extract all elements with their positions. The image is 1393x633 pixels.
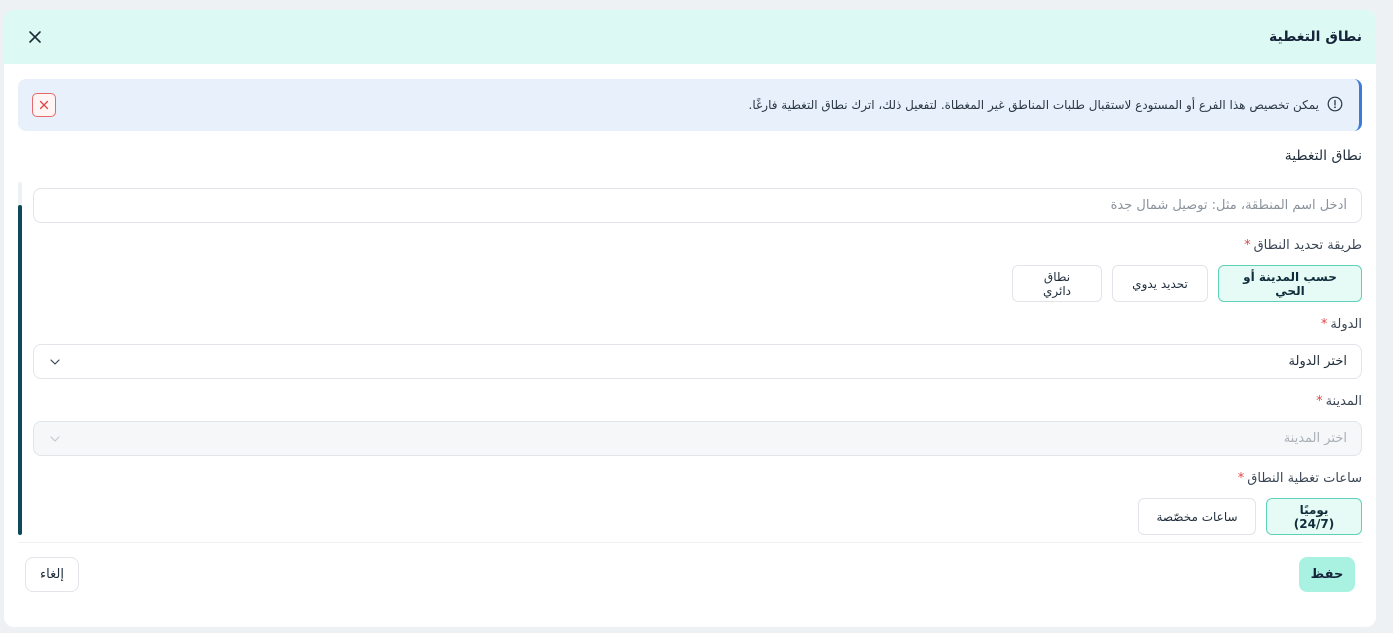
required-mark: * (1244, 238, 1251, 253)
country-label: الدولة* (1321, 317, 1362, 332)
modal-title: نطاق التغطية (1268, 29, 1362, 45)
method-option-radius[interactable]: نطاق دائري (1012, 265, 1102, 302)
section-title: نطاق التغطية (1284, 148, 1362, 164)
method-option-city[interactable]: حسب المدينة أو الحي (1218, 265, 1362, 302)
footer-divider (18, 542, 1362, 543)
alert-message-row: يمكن تخصيص هذا الفرع أو المستودع لاستقبا… (749, 96, 1343, 115)
hours-options: يوميًا (24/7) ساعات مخصّصة (1138, 498, 1362, 535)
info-alert: يمكن تخصيص هذا الفرع أو المستودع لاستقبا… (18, 79, 1362, 131)
method-option-manual[interactable]: تحديد يدوي (1112, 265, 1208, 302)
chevron-down-icon (50, 354, 60, 369)
method-label-text: طريقة تحديد النطاق (1253, 238, 1362, 253)
method-label: طريقة تحديد النطاق* (1244, 238, 1362, 253)
modal-header: نطاق التغطية (4, 10, 1376, 64)
country-select[interactable]: اختر الدولة (33, 344, 1362, 379)
zone-name-input[interactable] (33, 188, 1362, 223)
coverage-zone-modal: نطاق التغطية يمكن تخصيص هذا الفرع أو الم… (4, 10, 1376, 627)
country-select-value: اختر الدولة (1288, 354, 1347, 369)
city-label: المدينة* (1316, 394, 1362, 409)
required-mark: * (1320, 317, 1328, 332)
required-mark: * (1237, 471, 1245, 486)
close-icon[interactable] (22, 24, 48, 50)
method-options: حسب المدينة أو الحي تحديد يدوي نطاق دائر… (1012, 265, 1362, 302)
save-button[interactable]: حفظ (1299, 557, 1355, 592)
hours-label-text: ساعات تغطية النطاق (1247, 471, 1362, 486)
city-select[interactable]: اختر المدينة (33, 421, 1362, 456)
hours-label: ساعات تغطية النطاق* (1238, 471, 1362, 486)
alert-text: يمكن تخصيص هذا الفرع أو المستودع لاستقبا… (748, 98, 1319, 112)
city-select-value: اختر المدينة (1283, 431, 1347, 446)
chevron-down-icon (50, 431, 60, 446)
country-label-text: الدولة (1330, 317, 1362, 332)
hours-option-daily[interactable]: يوميًا (24/7) (1266, 498, 1362, 535)
scrollbar-thumb[interactable] (18, 205, 22, 535)
hours-option-custom[interactable]: ساعات مخصّصة (1138, 498, 1256, 535)
cancel-button[interactable]: إلغاء (25, 557, 79, 592)
city-label-text: المدينة (1325, 394, 1362, 409)
required-mark: * (1316, 394, 1323, 409)
info-circle-icon (1327, 96, 1343, 115)
x-icon[interactable] (32, 93, 56, 117)
